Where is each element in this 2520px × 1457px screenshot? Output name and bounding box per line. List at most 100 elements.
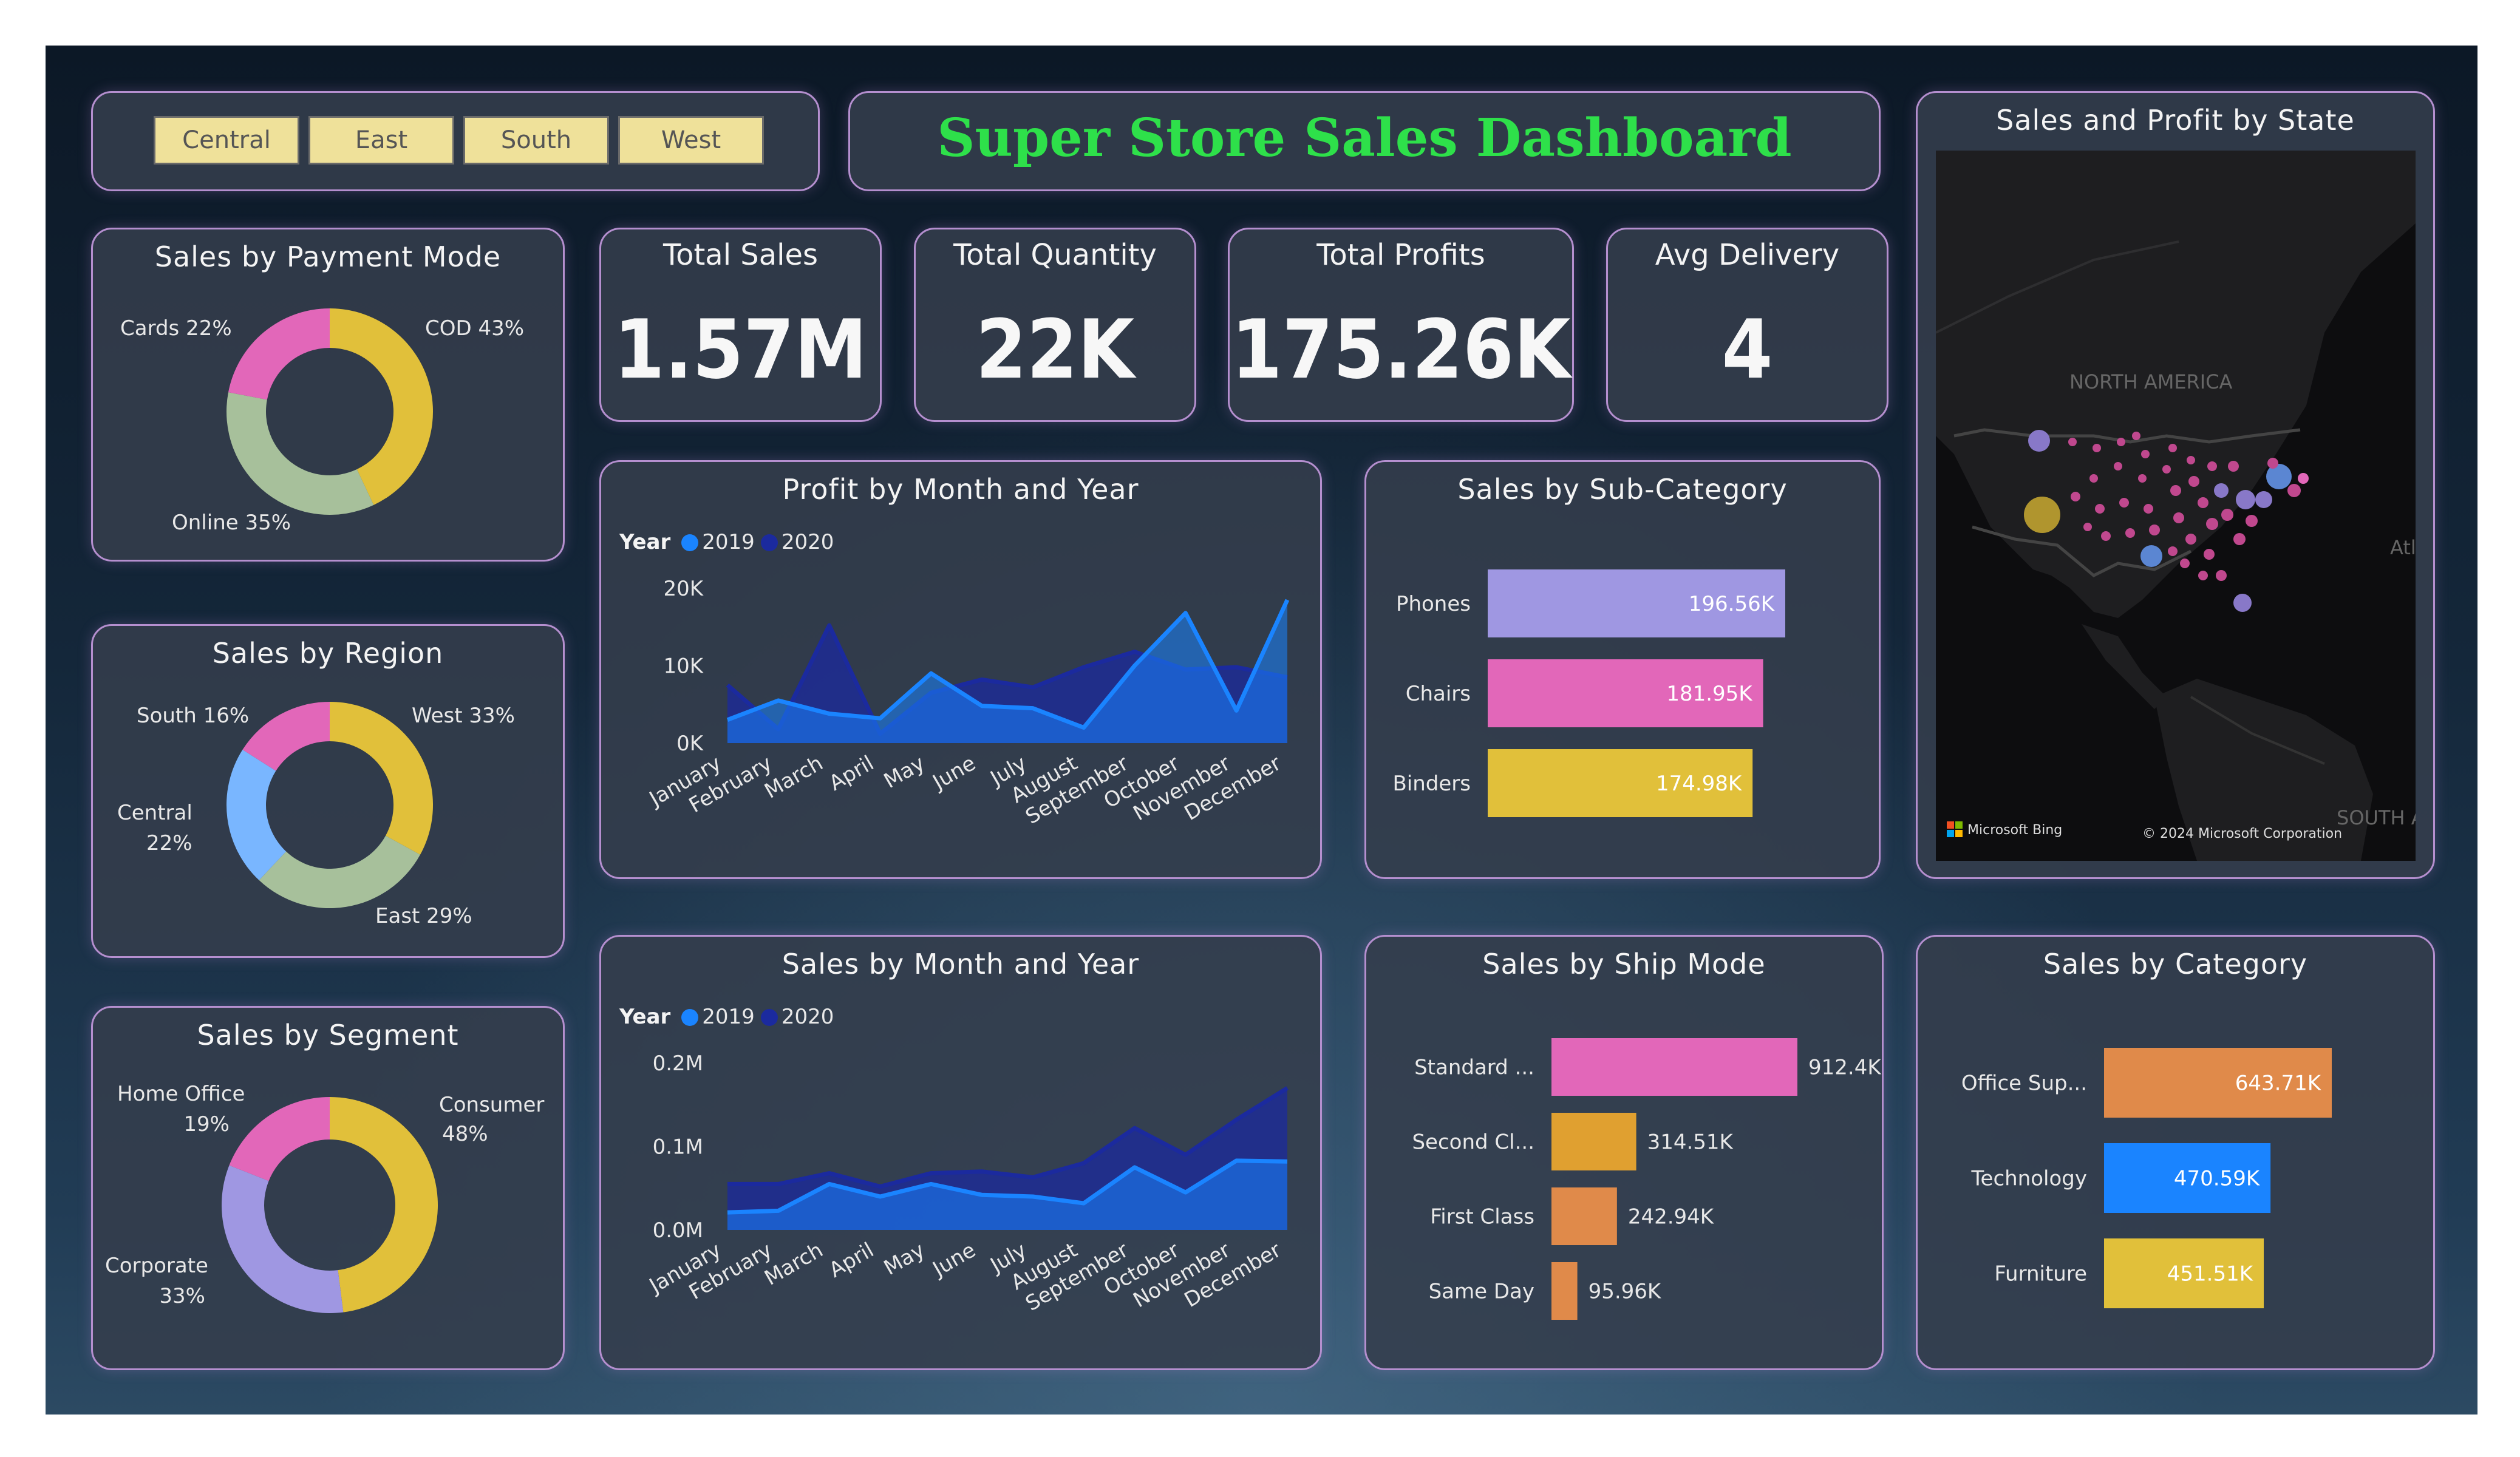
- kpi-total-profits: Total Profits 175.26K: [1228, 228, 1574, 422]
- map-title: Sales and Profit by State: [1996, 104, 2355, 137]
- slice-corporate: [222, 1165, 344, 1313]
- x-tick-label: May: [880, 751, 929, 793]
- slicer-button-south[interactable]: South: [463, 116, 609, 165]
- payment-mode-donut[interactable]: [220, 302, 439, 521]
- bar-same-day: [1551, 1262, 1578, 1320]
- category-label: Technology: [1971, 1167, 2087, 1191]
- y-tick-label: 0.2M: [653, 1051, 703, 1076]
- label-online: Online 35%: [172, 511, 291, 535]
- subcategory-card: Sales by Sub-Category Phones 196.56K Chair…: [1364, 460, 1881, 879]
- slicer-button-east[interactable]: East: [308, 116, 454, 165]
- slice-cards: [228, 308, 330, 400]
- title-card: Super Store Sales Dashboard: [848, 91, 1881, 191]
- segment-card: Sales by Segment Consumer 48% Home Offic…: [91, 1006, 565, 1370]
- profit-chart-card: Profit by Month and Year Year 2019 2020 20…: [599, 460, 1322, 879]
- kpi-total-sales: Total Sales 1.57M: [599, 228, 882, 422]
- kpi-label: Total Quantity: [953, 238, 1157, 272]
- map-region-label: NORTH AMERICA: [2069, 370, 2233, 393]
- value-label: 242.94K: [1628, 1205, 1715, 1229]
- bing-logo: [1947, 821, 1963, 837]
- category-label: Office Sup...: [1961, 1072, 2087, 1096]
- label-home-office-pct: 19%: [183, 1112, 230, 1136]
- x-tick-label: March: [760, 1238, 827, 1290]
- kpi-value: 4: [1721, 302, 1773, 397]
- value-label: 470.59K: [2174, 1167, 2261, 1191]
- slice-home-office: [229, 1097, 330, 1181]
- kpi-value: 175.26K: [1231, 302, 1571, 397]
- label-corporate: Corporate: [105, 1254, 208, 1278]
- label-consumer: Consumer: [439, 1093, 545, 1117]
- y-tick-label: 20K: [663, 577, 704, 601]
- value-label: 314.51K: [1647, 1130, 1734, 1155]
- kpi-label: Avg Delivery: [1655, 238, 1840, 272]
- slice-east: [259, 835, 420, 908]
- slice-central: [226, 749, 287, 880]
- value-label: 643.71K: [2235, 1072, 2322, 1096]
- subcategory-bar-chart[interactable]: Phones 196.56K Chairs 181.95K Binders 174.98K: [1366, 462, 1882, 881]
- shipmode-card: Sales by Ship Mode Standard ... 912.4K Sec…: [1364, 935, 1884, 1370]
- segment-donut[interactable]: [217, 1093, 442, 1317]
- label-cards: Cards 22%: [120, 316, 232, 341]
- value-label: 95.96K: [1589, 1280, 1662, 1304]
- category-label: Furniture: [1994, 1262, 2087, 1286]
- category-bar-chart[interactable]: Office Sup... 643.71K Technology 470.59K Fur…: [1918, 937, 2437, 1372]
- category-label: Chairs: [1406, 682, 1471, 706]
- region-donut[interactable]: [220, 696, 439, 914]
- region-slicer: Central East South West: [91, 91, 820, 191]
- shipmode-bar-chart[interactable]: Standard ... 912.4K Second Cl... 314.51K Fir…: [1366, 937, 1885, 1372]
- x-tick-label: May: [880, 1238, 929, 1280]
- map-view[interactable]: NORTH AMERICA Atl SOUTH A: [1936, 151, 2416, 861]
- x-tick-label: March: [760, 751, 827, 803]
- slice-online: [226, 392, 374, 515]
- sales-area-chart[interactable]: 0.2M0.1M0.0MJanuaryFebruaryMarchApril May…: [601, 937, 1324, 1372]
- category-label: Phones: [1396, 592, 1471, 616]
- label-west: West 33%: [412, 704, 515, 728]
- sales-chart-card: Sales by Month and Year Year 2019 2020 0.2…: [599, 935, 1322, 1370]
- payment-mode-card: Sales by Payment Mode COD 43% Cards 22% …: [91, 228, 565, 562]
- category-label: First Class: [1430, 1205, 1534, 1229]
- category-label: Second Cl...: [1412, 1130, 1534, 1155]
- x-tick-label: June: [928, 1238, 980, 1282]
- bar-first-class: [1551, 1187, 1617, 1245]
- slicer-button-central[interactable]: Central: [154, 116, 299, 165]
- kpi-label: Total Sales: [662, 238, 819, 272]
- region-title: Sales by Region: [212, 637, 444, 670]
- label-central: Central: [117, 801, 192, 825]
- label-south: South 16%: [137, 704, 250, 728]
- label-corporate-pct: 33%: [159, 1284, 205, 1308]
- kpi-total-quantity: Total Quantity 22K: [914, 228, 1196, 422]
- label-home-office: Home Office: [117, 1082, 245, 1106]
- payment-mode-title: Sales by Payment Mode: [154, 240, 502, 273]
- bar-second-cl-: [1551, 1113, 1636, 1170]
- kpi-value: 22K: [975, 302, 1135, 397]
- y-tick-label: 0K: [676, 732, 704, 756]
- label-consumer-pct: 48%: [442, 1122, 488, 1146]
- category-label: Same Day: [1429, 1280, 1534, 1304]
- page-title: Super Store Sales Dashboard: [937, 107, 1792, 169]
- slicer-button-west[interactable]: West: [618, 116, 764, 165]
- bar-standard-: [1551, 1038, 1797, 1096]
- y-tick-label: 10K: [663, 654, 704, 679]
- label-central-pct: 22%: [146, 831, 192, 855]
- x-tick-label: June: [928, 751, 980, 795]
- map-copyright: © 2024 Microsoft Corporation: [2142, 826, 2342, 841]
- profit-area-chart[interactable]: 20K10K0KJanuaryFebruaryMarchApril May June…: [601, 462, 1324, 881]
- category-label: Binders: [1392, 772, 1471, 796]
- value-label: 451.51K: [2167, 1262, 2254, 1286]
- map-south-label: SOUTH A: [2337, 806, 2416, 829]
- category-label: Standard ...: [1414, 1056, 1534, 1080]
- category-card: Sales by Category Office Sup... 643.71K Te…: [1916, 935, 2435, 1370]
- value-label: 912.4K: [1808, 1056, 1882, 1080]
- kpi-label: Total Profits: [1316, 238, 1485, 272]
- value-label: 174.98K: [1656, 772, 1743, 796]
- bing-label: Microsoft Bing: [1967, 823, 2062, 838]
- map-card: Sales and Profit by State NORTH AMERICA …: [1916, 91, 2435, 879]
- kpi-avg-delivery: Avg Delivery 4: [1606, 228, 1888, 422]
- x-tick-label: April: [825, 751, 878, 796]
- slice-consumer: [330, 1097, 438, 1313]
- x-tick-label: April: [825, 1238, 878, 1283]
- y-tick-label: 0.1M: [653, 1135, 703, 1160]
- y-tick-label: 0.0M: [653, 1218, 703, 1243]
- value-label: 181.95K: [1666, 682, 1753, 706]
- map-atl-label: Atl: [2390, 536, 2416, 559]
